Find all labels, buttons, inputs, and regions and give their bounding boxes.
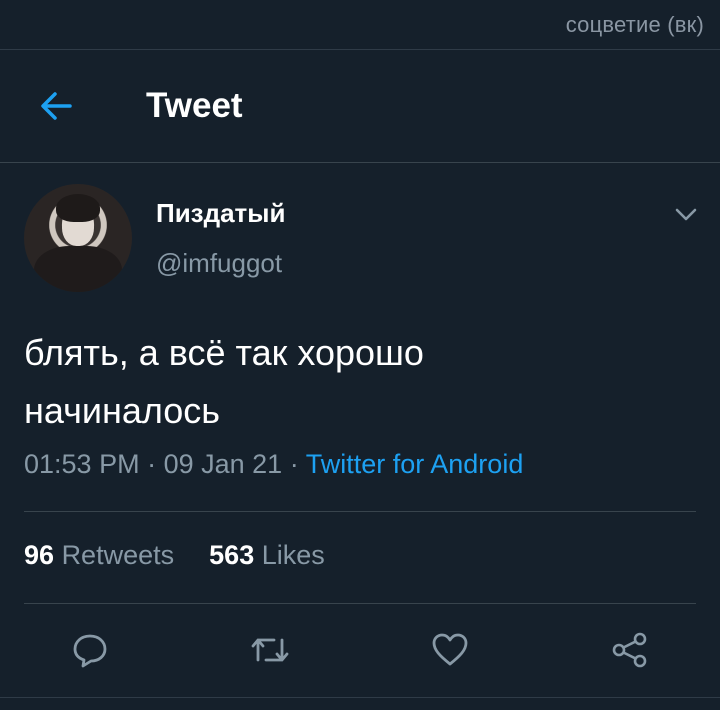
share-icon [612,632,647,668]
retweets-count: 96 [24,540,55,570]
divider [24,511,696,512]
tweet-meta: 01:53 PM · 09 Jan 21 · Twitter for Andro… [24,449,524,479]
retweet-button[interactable] [248,630,292,670]
back-button[interactable] [34,86,78,126]
author-handle[interactable]: @imfuggot [156,248,282,279]
page-title: Tweet [146,86,243,125]
likes-stat[interactable]: 563 Likes [209,540,325,570]
tweet-actions [0,618,720,682]
share-button[interactable] [608,630,652,670]
watermark: соцветие (вк) [565,12,704,37]
tweet-menu-button[interactable] [672,200,700,228]
reply-button[interactable] [68,630,112,670]
retweets-label: Retweets [61,540,175,570]
author-name[interactable]: Пиздатый [156,198,285,229]
tweet-date: 09 Jan 21 [163,449,283,479]
likes-count: 563 [209,540,255,570]
likes-label: Likes [261,540,325,570]
divider [0,162,720,163]
tweet-text: блять, а всё так хорошо начиналось [24,324,684,440]
retweets-stat[interactable]: 96 Retweets [24,540,182,570]
tweet-text-line: начиналось [24,390,221,431]
divider [24,603,696,604]
heart-icon [432,633,468,666]
tweet-text-line: блять, а всё так хорошо [24,332,424,373]
tweet-time: 01:53 PM [24,449,140,479]
header-bar: Tweet [0,50,720,162]
chevron-down-icon [675,208,697,221]
reply-icon [73,634,107,668]
arrow-left-icon [41,92,72,120]
divider [0,697,720,698]
tweet-source-link[interactable]: Twitter for Android [306,449,524,479]
like-button[interactable] [428,630,472,670]
tweet-stats: 96 Retweets 563 Likes [24,540,325,571]
avatar[interactable] [24,184,132,292]
retweet-icon [251,638,289,662]
